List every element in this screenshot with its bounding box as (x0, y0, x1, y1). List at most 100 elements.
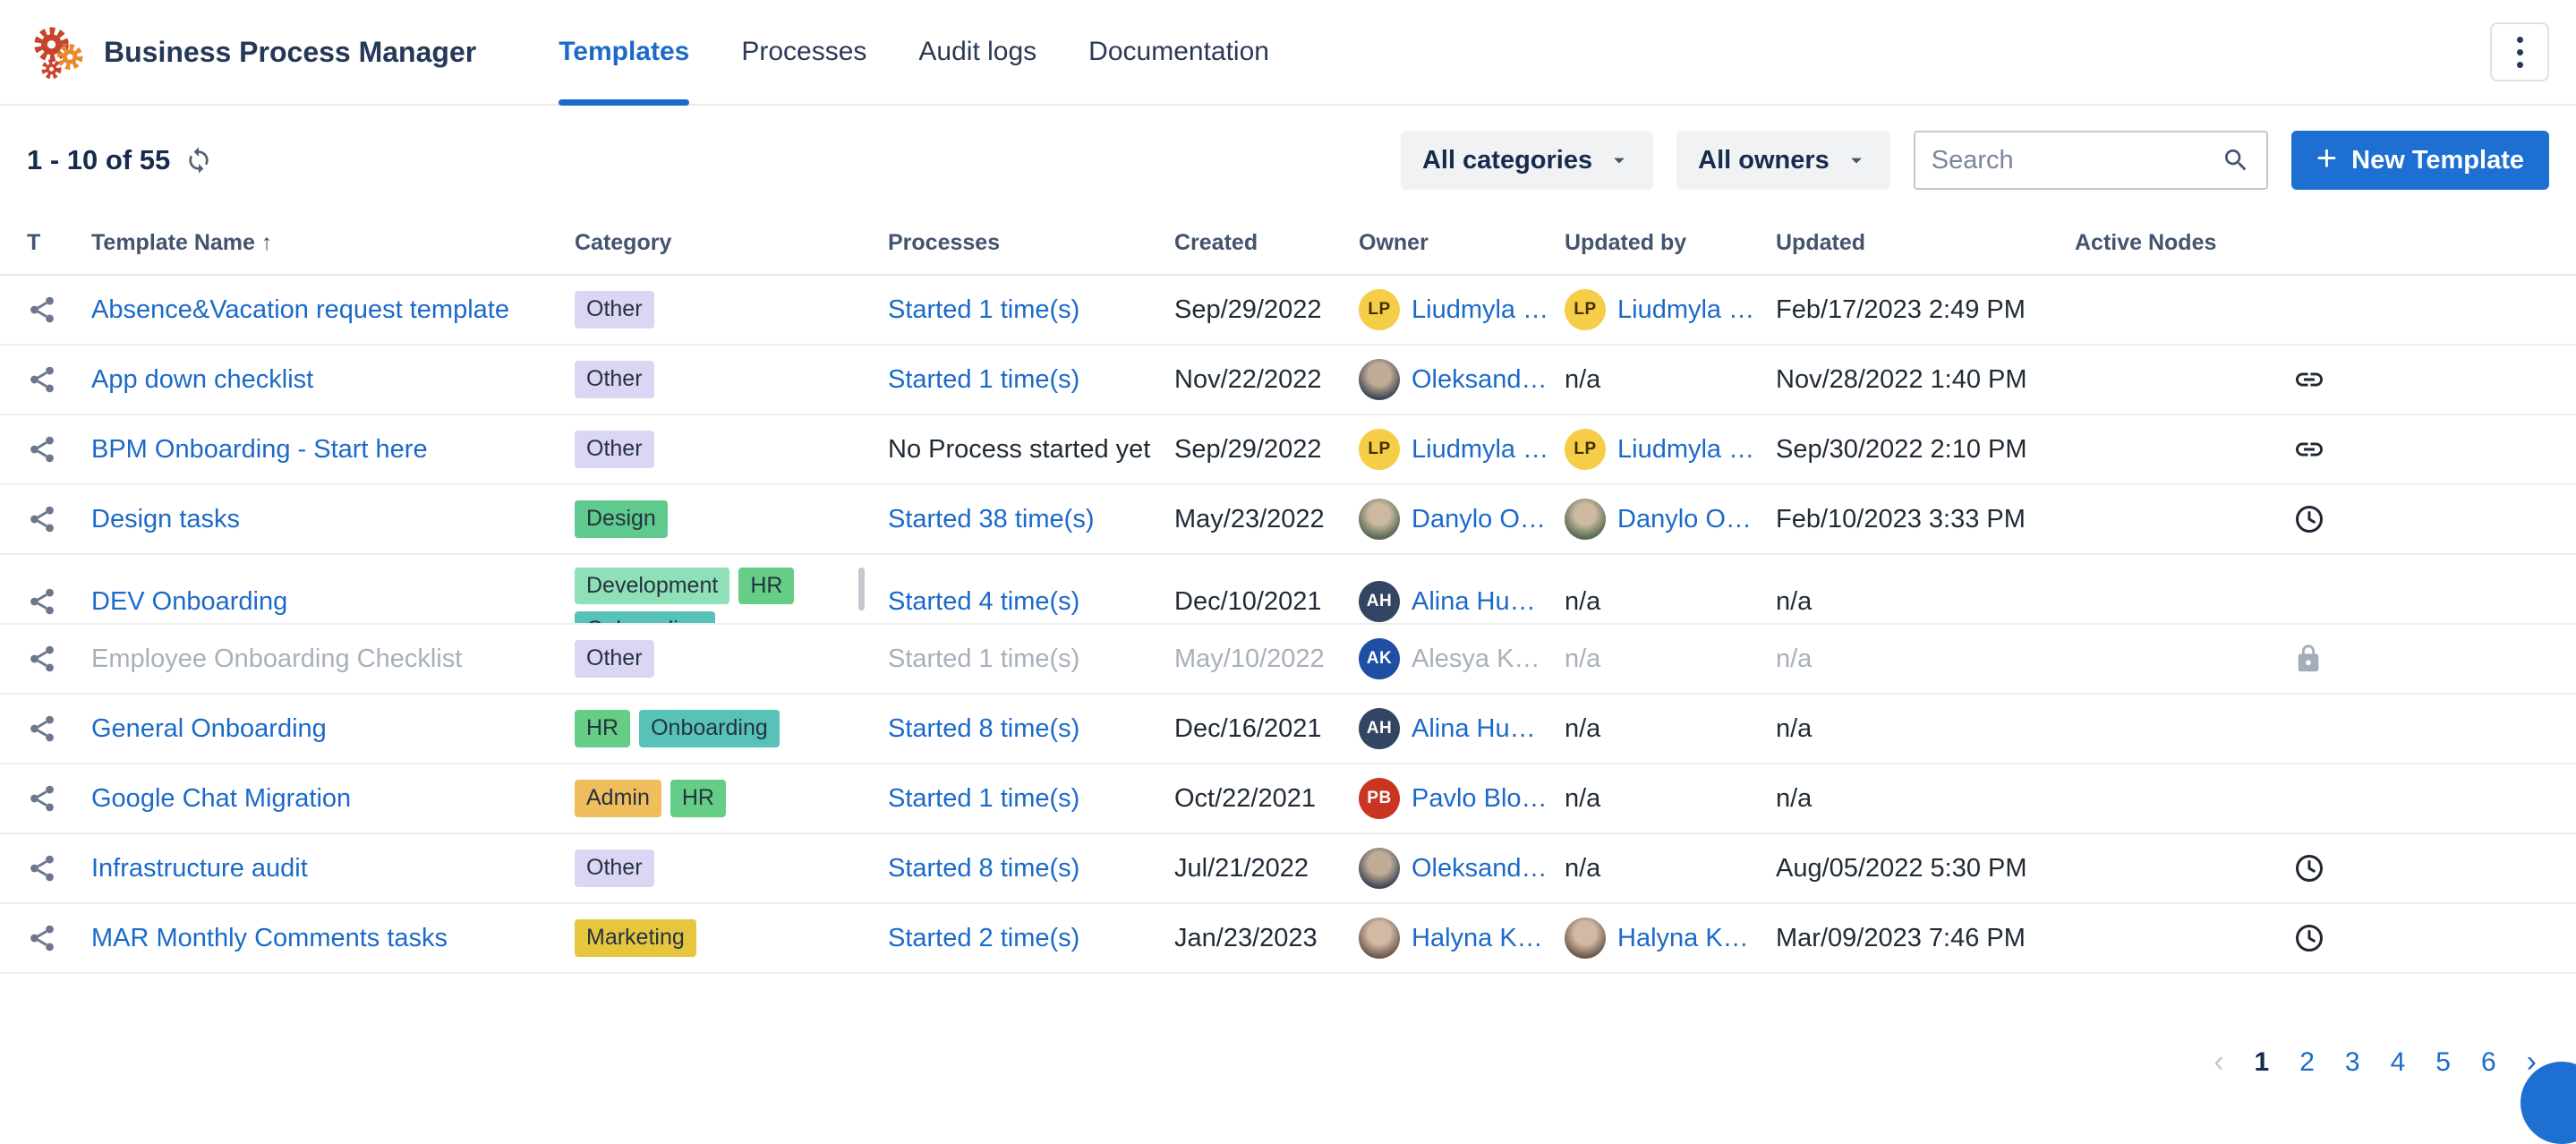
table-row[interactable]: DEV OnboardingDevelopmentHROnboardingSta… (0, 555, 2576, 625)
avatar: LP (1565, 289, 1606, 330)
category-cell: Other (575, 346, 888, 414)
workflow-icon (27, 923, 57, 953)
owner-name-link[interactable]: Alesya K… (1412, 645, 1540, 674)
updated-cell: n/a (1776, 555, 2075, 625)
table-row[interactable]: Employee Onboarding ChecklistOtherStarte… (0, 625, 2576, 695)
owner-name-link[interactable]: Oleksand… (1412, 365, 1548, 395)
kebab-dot (2517, 49, 2523, 55)
table-row[interactable]: General OnboardingHROnboardingStarted 8 … (0, 695, 2576, 764)
kebab-dot (2517, 37, 2523, 43)
toolbar-filters: All categories All owners + New Template (1401, 131, 2549, 190)
processes-link[interactable]: Started 1 time(s) (888, 784, 1079, 814)
avatar (1359, 848, 1400, 889)
overflow-menu-button[interactable] (2490, 22, 2549, 81)
active-nodes-cell (2075, 764, 2549, 832)
results-count-label: 1 - 10 of 55 (27, 144, 170, 176)
column-header-active_nodes: Active Nodes (2075, 230, 2549, 256)
refresh-icon[interactable] (184, 146, 213, 175)
na-label: n/a (1565, 365, 1600, 395)
template-name-link[interactable]: General Onboarding (91, 714, 327, 744)
template-name-link[interactable]: BPM Onboarding - Start here (91, 435, 428, 465)
table-row[interactable]: MAR Monthly Comments tasks MarketingStart… (0, 904, 2576, 974)
page-1[interactable]: 1 (2255, 1047, 2270, 1078)
search-input[interactable] (1932, 146, 2222, 175)
active-nodes-cell (2075, 346, 2549, 414)
active-nodes-cell (2075, 834, 2549, 902)
clock-icon (2293, 922, 2325, 954)
chevron-down-icon (1844, 148, 1869, 173)
owner-name-link[interactable]: Liudmyla … (1412, 435, 1548, 465)
owner-name-link[interactable]: Pavlo Blo… (1412, 784, 1548, 814)
updated-by-name-link[interactable]: Liudmyla … (1617, 435, 1754, 465)
template-name-link[interactable]: Design tasks (91, 505, 240, 534)
updated-by-cell: n/a (1565, 834, 1776, 902)
owners-filter-dropdown[interactable]: All owners (1676, 131, 1890, 190)
processes-link[interactable]: Started 8 time(s) (888, 854, 1079, 884)
updated-by-cell: n/a (1565, 695, 1776, 763)
processes-cell: No Process started yet (888, 415, 1174, 483)
table-row[interactable]: Google Chat Migration AdminHRStarted 1 ti… (0, 764, 2576, 834)
table-body: Absence&Vacation request templateOtherSt… (0, 276, 2576, 974)
owner-name-link[interactable]: Danylo O… (1412, 505, 1546, 534)
page-2[interactable]: 2 (2299, 1047, 2315, 1078)
template-type-cell (27, 904, 91, 972)
sort-ascending-icon: ↑ (255, 230, 272, 255)
tab-processes[interactable]: Processes (741, 0, 866, 104)
template-type-cell (27, 695, 91, 763)
template-name-link[interactable]: Infrastructure audit (91, 854, 308, 884)
chevron-down-icon (1607, 148, 1632, 173)
template-name-link[interactable]: Employee Onboarding Checklist (91, 645, 462, 674)
tab-audit-logs[interactable]: Audit logs (918, 0, 1036, 104)
table-row[interactable]: Design tasksDesignStarted 38 time(s)May/… (0, 485, 2576, 555)
owner-name-link[interactable]: Alina Hu… (1412, 587, 1536, 617)
page-5[interactable]: 5 (2435, 1047, 2451, 1078)
table-row[interactable]: BPM Onboarding - Start hereOtherNo Proce… (0, 415, 2576, 485)
processes-link[interactable]: Started 1 time(s) (888, 295, 1079, 325)
avatar (1359, 359, 1400, 400)
created-cell: Sep/29/2022 (1174, 415, 1359, 483)
workflow-icon (27, 504, 57, 534)
template-name-link[interactable]: App down checklist (91, 365, 313, 395)
owner-name-link[interactable]: Halyna K… (1412, 924, 1543, 953)
owner-name-link[interactable]: Alina Hu… (1412, 714, 1536, 744)
column-header-name[interactable]: Template Name ↑ (91, 230, 575, 256)
active-nodes-cell (2075, 276, 2549, 344)
processes-link[interactable]: Started 2 time(s) (888, 924, 1079, 953)
category-cell: AdminHR (575, 764, 888, 832)
processes-link[interactable]: Started 1 time(s) (888, 645, 1079, 674)
processes-link[interactable]: Started 38 time(s) (888, 505, 1094, 534)
tab-documentation[interactable]: Documentation (1088, 0, 1269, 104)
new-template-button[interactable]: + New Template (2291, 131, 2549, 190)
template-type-cell (27, 834, 91, 902)
created-cell: May/10/2022 (1174, 625, 1359, 693)
tab-templates[interactable]: Templates (559, 0, 689, 104)
processes-link[interactable]: Started 1 time(s) (888, 365, 1079, 395)
template-name-link[interactable]: DEV Onboarding (91, 587, 287, 617)
categories-filter-label: All categories (1422, 146, 1592, 175)
search-icon[interactable] (2222, 146, 2250, 175)
template-name-link[interactable]: Google Chat Migration (91, 784, 351, 814)
processes-link[interactable]: Started 8 time(s) (888, 714, 1079, 744)
category-cell: Marketing (575, 904, 888, 972)
page-3[interactable]: 3 (2345, 1047, 2360, 1078)
updated-by-name-link[interactable]: Halyna K… (1617, 924, 1749, 953)
categories-filter-dropdown[interactable]: All categories (1401, 131, 1653, 190)
processes-link[interactable]: Started 4 time(s) (888, 587, 1079, 617)
column-header-updated: Updated (1776, 230, 2075, 256)
owner-name-link[interactable]: Oleksand… (1412, 854, 1548, 884)
updated-by-name-link[interactable]: Liudmyla … (1617, 295, 1754, 325)
previous-page-button[interactable]: ‹ (2213, 1045, 2223, 1080)
table-row[interactable]: Absence&Vacation request templateOtherSt… (0, 276, 2576, 346)
owner-name-link[interactable]: Liudmyla … (1412, 295, 1548, 325)
page-4[interactable]: 4 (2391, 1047, 2406, 1078)
updated-cell: Aug/05/2022 5:30 PM (1776, 834, 2075, 902)
template-name-link[interactable]: Absence&Vacation request template (91, 295, 509, 325)
avatar (1565, 918, 1606, 959)
updated-by-name-link[interactable]: Danylo O… (1617, 505, 1752, 534)
table-row[interactable]: Infrastructure auditOtherStarted 8 time(… (0, 834, 2576, 904)
avatar (1565, 499, 1606, 540)
page-6[interactable]: 6 (2481, 1047, 2496, 1078)
template-name-link[interactable]: MAR Monthly Comments tasks (91, 924, 448, 953)
category-scrollbar[interactable] (858, 568, 865, 610)
table-row[interactable]: App down checklist OtherStarted 1 time(s)… (0, 346, 2576, 415)
